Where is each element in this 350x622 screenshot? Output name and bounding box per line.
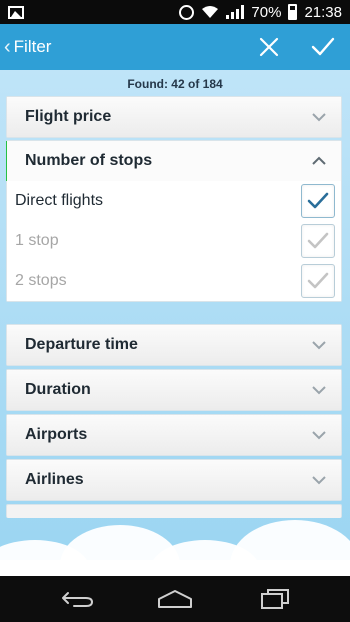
section-title: Duration — [25, 381, 91, 398]
checkbox-1-stop[interactable] — [301, 224, 335, 258]
wifi-icon — [202, 6, 219, 18]
alarm-icon — [179, 4, 195, 20]
option-2-stops[interactable]: 2 stops — [7, 261, 341, 301]
chevron-down-icon — [312, 386, 326, 395]
section-header[interactable]: Flight price — [7, 97, 341, 137]
section-title: Flight price — [25, 108, 112, 125]
section-header[interactable]: Number of stops — [7, 141, 341, 181]
check-icon — [311, 37, 335, 56]
section-header[interactable]: Airports — [7, 415, 341, 455]
close-icon — [259, 37, 279, 57]
filter-duration[interactable]: Duration — [6, 369, 342, 411]
back-nav-button[interactable] — [57, 586, 97, 612]
results-count: Found: 42 of 184 — [127, 77, 223, 91]
section-header[interactable]: Departure time — [7, 325, 341, 365]
recent-apps-icon — [261, 589, 289, 609]
chevron-down-icon — [312, 431, 326, 440]
filter-content: Found: 42 of 184 Flight price Number of … — [0, 70, 350, 576]
recent-apps-button[interactable] — [255, 586, 295, 612]
clock: 21:38 — [304, 3, 342, 21]
chevron-down-icon — [312, 341, 326, 350]
check-icon — [307, 192, 329, 209]
check-icon — [307, 272, 329, 289]
section-title: Number of stops — [25, 152, 153, 169]
section-header[interactable]: Airlines — [7, 460, 341, 500]
chevron-up-icon — [312, 156, 326, 165]
option-label: Direct flights — [15, 192, 104, 209]
battery-icon — [288, 4, 298, 20]
section-title: Airports — [25, 426, 88, 443]
option-1-stop[interactable]: 1 stop — [7, 221, 341, 261]
app-bar-actions — [242, 24, 350, 70]
check-icon — [307, 232, 329, 249]
section-title: Departure time — [25, 336, 138, 353]
filter-airports[interactable]: Airports — [6, 414, 342, 456]
home-nav-button[interactable] — [155, 586, 195, 612]
apply-button[interactable] — [296, 24, 350, 70]
section-title: Airlines — [25, 471, 84, 488]
battery-percent: 70% — [251, 3, 282, 21]
page-title[interactable]: Filter — [14, 37, 52, 57]
chevron-down-icon — [312, 476, 326, 485]
picture-icon — [8, 5, 24, 19]
checkbox-direct-flights[interactable] — [301, 184, 335, 218]
back-icon[interactable]: ‹ — [4, 36, 11, 59]
back-nav-icon — [62, 592, 93, 607]
checkbox-2-stops[interactable] — [301, 264, 335, 298]
option-direct-flights[interactable]: Direct flights — [7, 181, 341, 221]
filter-flight-price[interactable]: Flight price — [6, 96, 342, 138]
filter-number-of-stops: Number of stops Direct flights 1 stop 2 … — [6, 140, 342, 302]
navigation-bar — [0, 576, 350, 622]
signal-icon — [226, 5, 245, 19]
option-label: 1 stop — [15, 232, 59, 249]
filter-airlines[interactable]: Airlines — [6, 459, 342, 501]
option-label: 2 stops — [15, 272, 67, 289]
app-bar: ‹ Filter — [0, 24, 350, 70]
filter-departure-time[interactable]: Departure time — [6, 324, 342, 366]
status-indicators: 70% 21:38 — [179, 4, 342, 21]
chevron-down-icon — [312, 113, 326, 122]
section-header[interactable]: Duration — [7, 370, 341, 410]
close-button[interactable] — [242, 24, 296, 70]
status-bar: 70% 21:38 — [0, 0, 350, 24]
home-nav-icon — [158, 590, 192, 608]
filter-more-sections — [6, 504, 342, 518]
